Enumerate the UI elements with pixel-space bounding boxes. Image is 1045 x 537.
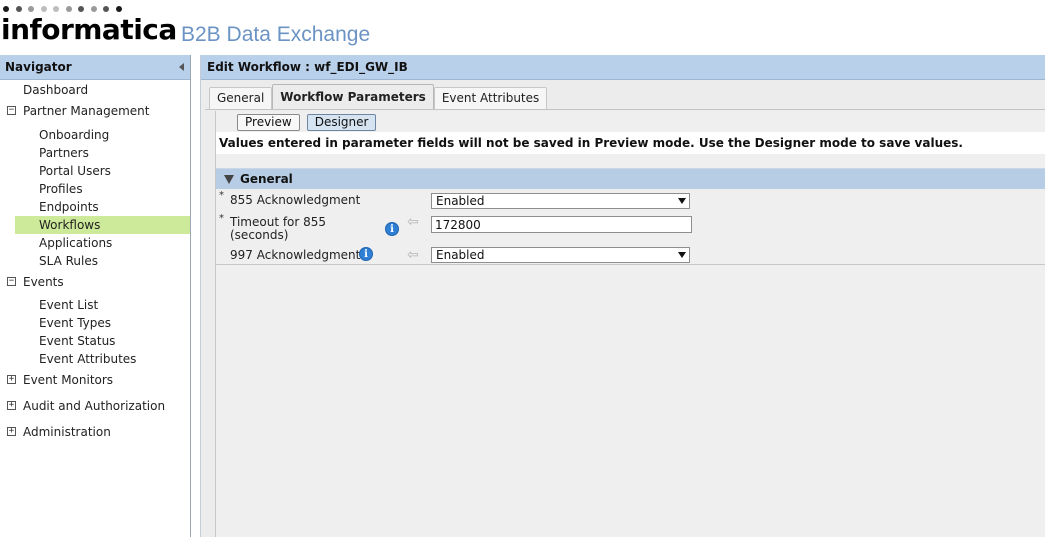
997-acknowledgment-select[interactable]: Enabled [431, 247, 690, 263]
section-title: General [240, 172, 293, 186]
informatica-logo: informatica [1, 13, 177, 46]
tab-bar: General Workflow Parameters Event Attrib… [209, 84, 548, 109]
nav-item-label: Partners [39, 146, 89, 160]
field-label-997-ack: 997 Acknowledgment [230, 248, 361, 262]
general-section-body: * 855 Acknowledgment Enabled * Timeout f… [216, 189, 1045, 265]
nav-item-applications[interactable]: Applications [0, 234, 190, 252]
nav-item-event-monitors[interactable]: + Event Monitors [0, 371, 190, 389]
expand-plus-icon[interactable]: + [7, 375, 16, 384]
tab-general[interactable]: General [209, 87, 273, 109]
expand-plus-icon[interactable]: + [7, 401, 16, 410]
tab-content: Preview Designer Values entered in param… [215, 111, 1045, 537]
general-section-header[interactable]: General [216, 168, 1045, 189]
mode-toggle: Preview Designer [237, 114, 377, 131]
nav-item-label: SLA Rules [39, 254, 98, 268]
nav-item-events[interactable]: − Events [0, 273, 190, 291]
main-panel: Edit Workflow : wf_EDI_GW_IB General Wor… [200, 55, 1045, 537]
nav-item-event-list[interactable]: Event List [0, 296, 190, 314]
navigator-title: Navigator [5, 60, 72, 74]
nav-item-sla-rules[interactable]: SLA Rules [0, 252, 190, 270]
nav-item-event-attributes[interactable]: Event Attributes [0, 350, 190, 368]
dropdown-arrow-icon [678, 198, 686, 204]
collapse-triangle-icon[interactable] [224, 174, 234, 184]
nav-item-label: Event List [39, 298, 99, 312]
product-name: B2B Data Exchange [181, 23, 371, 46]
timeout-855-input[interactable] [431, 216, 692, 233]
nav-item-partner-management[interactable]: − Partner Management [0, 102, 190, 120]
tab-event-attributes[interactable]: Event Attributes [433, 87, 548, 109]
nav-item-label: Events [23, 275, 64, 289]
nav-item-endpoints[interactable]: Endpoints [0, 198, 190, 216]
nav-item-label: Event Types [39, 316, 112, 330]
designer-button[interactable]: Designer [306, 114, 377, 131]
info-icon[interactable]: i [385, 222, 399, 236]
general-section: General * 855 Acknowledgment Enabled * T… [216, 168, 1045, 265]
app-header: informatica B2B Data Exchange [0, 0, 1045, 50]
select-value: Enabled [436, 248, 485, 262]
required-marker: * [219, 190, 224, 201]
revert-default-icon[interactable]: ⇦ [407, 215, 423, 229]
nav-item-audit-and-authorization[interactable]: + Audit and Authorization [0, 397, 190, 415]
page-title: Edit Workflow : wf_EDI_GW_IB [207, 60, 408, 74]
collapse-minus-icon[interactable]: − [7, 106, 16, 115]
nav-item-event-status[interactable]: Event Status [0, 332, 190, 350]
nav-item-label: Profiles [39, 182, 83, 196]
expand-plus-icon[interactable]: + [7, 427, 16, 436]
collapse-left-icon[interactable] [179, 63, 184, 71]
nav-item-label: Onboarding [39, 128, 110, 142]
nav-item-partners[interactable]: Partners [0, 144, 190, 162]
field-label-855-ack: 855 Acknowledgment [230, 193, 361, 207]
select-value: Enabled [436, 194, 485, 208]
nav-item-administration[interactable]: + Administration [0, 423, 190, 441]
nav-item-event-types[interactable]: Event Types [0, 314, 190, 332]
nav-item-dashboard[interactable]: Dashboard [0, 81, 190, 99]
main-header: Edit Workflow : wf_EDI_GW_IB [201, 55, 1045, 80]
dropdown-arrow-icon [678, 252, 686, 258]
nav-item-onboarding[interactable]: Onboarding [0, 126, 190, 144]
nav-item-portal-users[interactable]: Portal Users [0, 162, 190, 180]
navigator-panel: Navigator Dashboard − Partner Management On… [0, 55, 191, 537]
field-label-timeout-855-line2: (seconds) [230, 228, 289, 242]
nav-item-label: Administration [23, 425, 111, 439]
required-marker: * [219, 213, 224, 224]
info-icon[interactable]: i [359, 247, 373, 261]
tab-workflow-parameters[interactable]: Workflow Parameters [272, 84, 434, 109]
nav-item-label: Event Status [39, 334, 116, 348]
nav-item-label: Endpoints [39, 200, 99, 214]
nav-item-label: Workflows [39, 218, 101, 232]
nav-item-workflows[interactable]: Workflows [15, 216, 190, 234]
nav-item-label: Applications [39, 236, 113, 250]
nav-item-label: Event Attributes [39, 352, 137, 366]
nav-item-label: Dashboard [23, 83, 89, 97]
preview-button[interactable]: Preview [237, 114, 300, 131]
navigator-header: Navigator [0, 55, 190, 80]
collapse-minus-icon[interactable]: − [7, 277, 16, 286]
nav-item-label: Portal Users [39, 164, 111, 178]
nav-item-label: Partner Management [23, 104, 150, 118]
nav-item-label: Event Monitors [23, 373, 114, 387]
revert-default-icon[interactable]: ⇦ [407, 248, 423, 262]
preview-mode-notice: Values entered in parameter fields will … [216, 132, 1045, 154]
nav-item-profiles[interactable]: Profiles [0, 180, 190, 198]
nav-item-label: Audit and Authorization [23, 399, 166, 413]
855-acknowledgment-select[interactable]: Enabled [431, 193, 690, 209]
